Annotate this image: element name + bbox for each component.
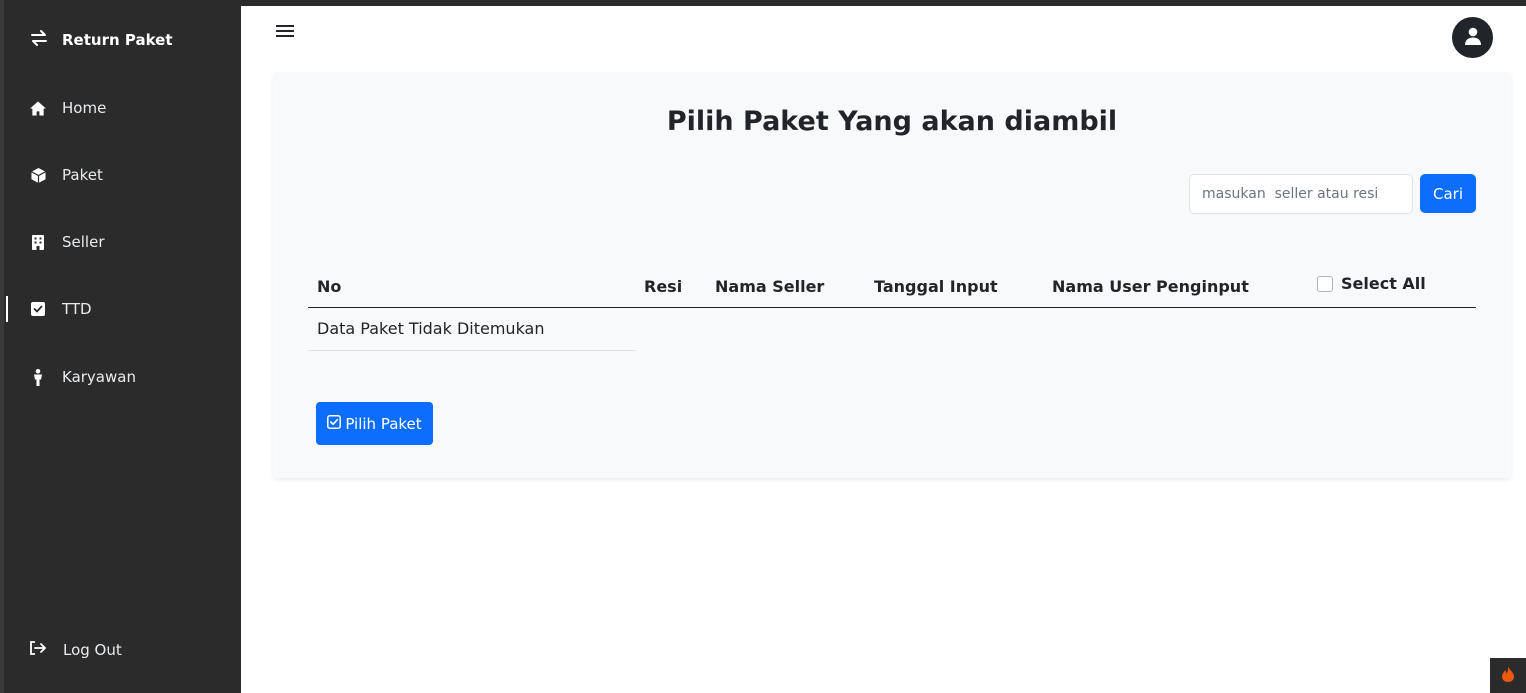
brand-label: Return Paket (62, 31, 173, 49)
logout-label: Log Out (63, 641, 122, 659)
logout-link[interactable]: Log Out (30, 641, 122, 659)
search-input[interactable] (1189, 174, 1413, 214)
person-icon (30, 368, 46, 386)
box-icon (30, 167, 46, 183)
sidebar-item-label: Home (62, 99, 107, 117)
sidebar-edge (0, 0, 4, 693)
building-icon (30, 234, 46, 250)
sidebar-item-label: Karyawan (62, 368, 136, 386)
home-icon (30, 100, 46, 116)
column-header-nama-user-penginput: Nama User Penginput (1052, 277, 1249, 296)
check-square-icon (30, 301, 46, 317)
brand-link[interactable]: Return Paket (30, 30, 173, 50)
page-title: Pilih Paket Yang akan diambil (666, 106, 1118, 137)
sidebar-item-paket[interactable]: Paket (30, 166, 103, 184)
sidebar-item-label: Seller (62, 233, 105, 251)
table-header-divider (308, 307, 1476, 308)
sidebar-item-seller[interactable]: Seller (30, 233, 104, 251)
select-all-checkbox[interactable] (1317, 275, 1333, 292)
column-header-nama-seller: Nama Seller (715, 277, 825, 296)
pick-package-label: Pilih Paket (345, 414, 422, 433)
sidebar-item-label: Paket (62, 166, 103, 184)
debug-toolbar-toggle[interactable] (1490, 658, 1526, 693)
swap-arrows-icon (30, 30, 48, 50)
select-all: Select All (1317, 274, 1426, 293)
app: Return Paket Home Paket Seller TTD Karya… (0, 0, 1526, 693)
column-header-tanggal-input: Tanggal Input (874, 277, 998, 296)
empty-table-message: Data Paket Tidak Ditemukan (308, 309, 636, 351)
search-button[interactable]: Cari (1420, 174, 1476, 213)
select-all-label: Select All (1341, 274, 1426, 293)
active-indicator (6, 296, 8, 322)
column-header-resi: Resi (644, 277, 683, 296)
check-square-icon (327, 414, 342, 433)
user-icon (1464, 27, 1481, 49)
menu-toggle-icon[interactable] (276, 25, 296, 39)
sidebar-item-label: TTD (62, 300, 92, 318)
package-card: Pilih Paket Yang akan diambil Cari No Re… (273, 72, 1511, 478)
flame-icon (1502, 665, 1514, 686)
sidebar-item-home[interactable]: Home (30, 99, 106, 117)
pick-package-button[interactable]: Pilih Paket (316, 402, 433, 445)
user-avatar[interactable] (1452, 17, 1493, 58)
sign-out-icon (30, 641, 47, 659)
sidebar: Return Paket Home Paket Seller TTD Karya… (0, 0, 241, 693)
sidebar-item-ttd[interactable]: TTD (6, 296, 92, 322)
column-header-no: No (317, 277, 342, 296)
sidebar-item-karyawan[interactable]: Karyawan (30, 368, 136, 386)
